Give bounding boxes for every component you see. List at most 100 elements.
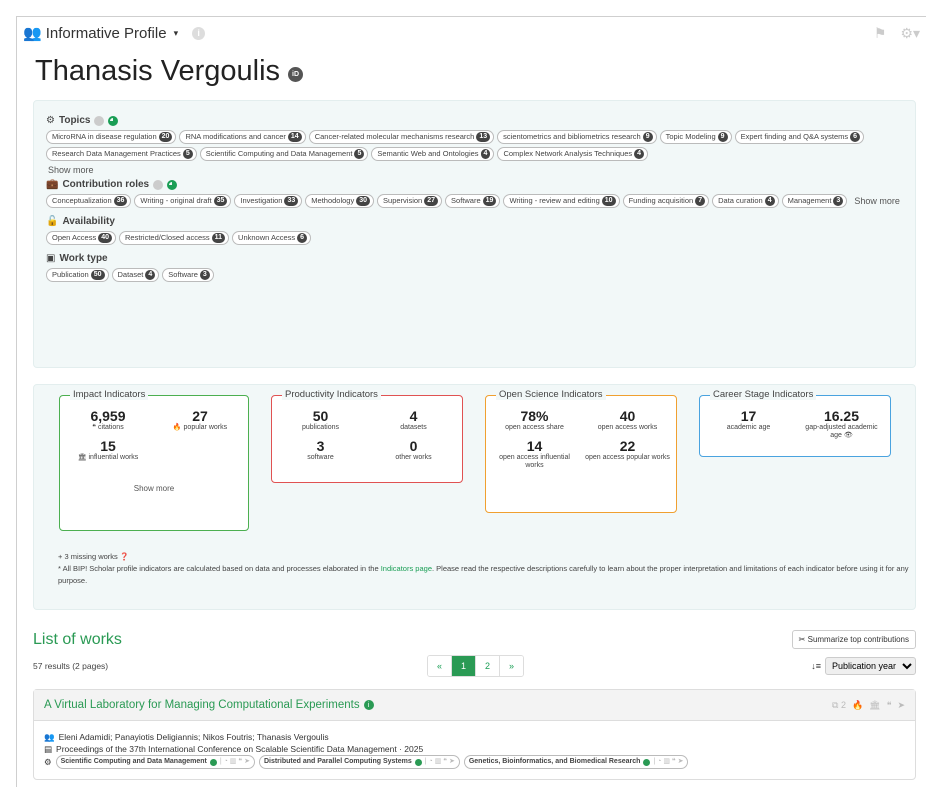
pagination: «1 2» [427,655,525,677]
facet-chip[interactable]: Open Access 40 [46,231,116,245]
chip-count: 30 [356,196,371,206]
profile-name: Thanasis Vergoulis [35,55,281,87]
orcid-icon[interactable]: iD [288,67,304,82]
roles-show-more[interactable]: Show more [854,196,900,206]
indicator-label: ❝ citations [92,424,124,431]
facet-chip[interactable]: Scientific Computing and Data Management… [199,147,369,161]
facet-chip[interactable]: Data curation 4 [712,194,779,208]
chip-label: Cancer-related molecular mechanisms rese… [314,132,475,141]
facet-chip[interactable]: Expert finding and Q&A systems 6 [734,130,865,144]
career-indicators-box: Career Stage Indicators 17 academic age 16… [699,389,891,457]
status-dot-icon [209,758,217,766]
pie-chart-icon[interactable] [167,179,178,190]
facet-chip[interactable]: Software 19 [445,194,501,208]
gear-icon[interactable]: ⚙▾ [900,25,920,42]
indicator-item: 16.25 gap-adjusted academic age 👁 [799,408,884,440]
indicator-value: 6,959 [90,408,126,424]
topics-chips: MicroRNA in disease regulation 20 RNA modi… [46,130,903,161]
indicator-label: software [307,454,334,461]
chip-label: Data curation [718,196,763,205]
help-icon[interactable]: ❓ [120,552,129,561]
page-link[interactable]: « [428,656,453,676]
results-count: 57 results (2 pages) [33,661,109,671]
availability-chips: Open Access 40 Restricted/Closed access 11 U… [46,231,903,245]
indicator-item: 3 software [278,438,363,462]
chip-count: 20 [158,132,173,142]
facet-chip[interactable]: Writing - original draft 35 [134,194,232,208]
indicators-page-link[interactable]: Indicators page [381,564,432,573]
page-link[interactable]: 2 [476,656,501,676]
chip-count: 27 [424,196,439,206]
work-title-link[interactable]: A Virtual Laboratory for Managing Comput… [44,699,360,711]
info-icon[interactable]: i [192,26,206,40]
help-icon[interactable] [153,179,164,190]
chip-label: Open Access [52,233,97,242]
facet-chip[interactable]: Writing - review and editing 10 [503,194,620,208]
versions-icon[interactable]: ⧉ 2 [832,700,846,711]
work-topic-tag[interactable]: Distributed and Parallel Computing Syste… [258,755,460,769]
facet-chip[interactable]: Unknown Access 6 [232,231,312,245]
work-topic-tag[interactable]: Scientific Computing and Data Management… [55,755,255,769]
work-type-chips: Publication 50 Dataset 4 Software 3 [46,268,903,282]
facet-chip[interactable]: Investigation 33 [234,194,303,208]
sort-control: ↓≡ Publication year [811,657,916,675]
facet-chip[interactable]: Restricted/Closed access 11 [119,231,230,245]
fire-icon: 🔥 [851,699,864,710]
indicator-item: 0 other works [371,438,456,462]
facet-chip[interactable]: Semantic Web and Ontologies 4 [371,147,495,161]
facet-chip[interactable]: Conceptualization 36 [46,194,132,208]
profile-mode-dropdown[interactable]: 👥 Informative Profile ▾ [23,24,178,43]
indicator-item: 6,959 ❝ citations [66,408,150,432]
sort-icon: ↓≡ [811,661,821,671]
chip-count: 36 [113,196,128,206]
facet-chip[interactable]: Methodology 30 [305,194,375,208]
page-link[interactable]: 1 [452,656,477,676]
note-text: * All BIP! Scholar profile indicators ar… [58,564,381,573]
pie-chart-icon[interactable] [108,115,119,126]
indicator-label: 🔥 popular works [172,424,228,431]
help-icon[interactable] [94,115,105,126]
indicator-value: 50 [312,408,329,424]
chip-count: 6 [850,132,861,142]
summarize-button[interactable]: ✂ Summarize top contributions [791,630,916,649]
facet-chip[interactable]: RNA modifications and cancer 14 [179,130,306,144]
facet-chip[interactable]: Software 3 [162,268,214,282]
flag-icon[interactable]: ⚑ [874,25,887,42]
facet-chip[interactable]: Cancer-related molecular mechanisms rese… [308,130,495,144]
chip-label: Publication [52,270,89,279]
facet-chip[interactable]: Publication 50 [46,268,109,282]
facet-chip[interactable]: Dataset 4 [111,268,160,282]
page-link[interactable]: » [500,656,524,676]
book-icon: ▤ [44,744,53,754]
chip-count: 19 [482,196,497,206]
facet-chip[interactable]: Complex Network Analysis Techniques 4 [497,147,649,161]
impact-show-more[interactable]: Show more [66,484,242,493]
chip-count: 10 [601,196,616,206]
sort-select[interactable]: Publication year [825,657,916,675]
facet-chip[interactable]: Research Data Management Practices 5 [46,147,197,161]
chip-label: MicroRNA in disease regulation [52,132,157,141]
indicators-panel: Impact Indicators 6,959 ❝ citations 27 🔥 po… [33,384,916,610]
indicator-value: 22 [619,438,636,454]
topics-show-more[interactable]: Show more [48,165,903,175]
missing-works[interactable]: + 3 missing works [58,552,118,561]
facet-chip[interactable]: MicroRNA in disease regulation 20 [46,130,177,144]
indicator-item: 78% open access share [492,408,577,432]
chip-label: Methodology [311,196,355,205]
impact-indicators-box: Impact Indicators 6,959 ❝ citations 27 🔥 po… [59,389,249,531]
facet-chip[interactable]: Funding acquisition 7 [622,194,710,208]
facet-chip[interactable]: Management 3 [781,194,848,208]
work-topic-tag[interactable]: Genetics, Bioinformatics, and Biomedical… [463,755,689,769]
career-indicators-title: Career Stage Indicators [710,389,817,400]
unlock-icon: 🔓 [46,216,59,227]
info-icon[interactable]: i [363,700,374,710]
facet-chip[interactable]: Supervision 27 [377,194,443,208]
chip-label: scientometrics and bibliometrics researc… [503,132,641,141]
facet-chip[interactable]: scientometrics and bibliometrics researc… [497,130,657,144]
facet-chip[interactable]: Topic Modeling 9 [659,130,732,144]
tag-label: Scientific Computing and Data Management [60,758,207,765]
indicator-label: open access influential works [499,454,570,469]
indicator-value: 78% [520,408,549,424]
chip-label: Topic Modeling [665,132,716,141]
indicator-label: academic age [726,424,771,431]
